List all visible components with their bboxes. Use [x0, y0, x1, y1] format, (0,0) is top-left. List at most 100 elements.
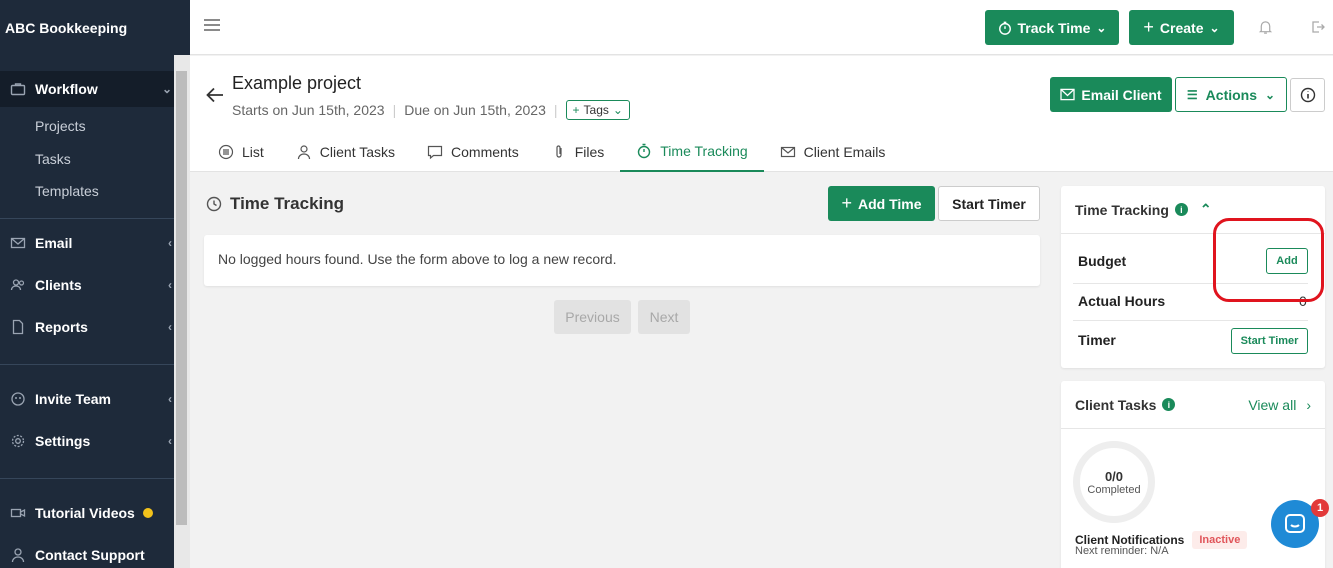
chevron-down-icon: ⌄: [1265, 87, 1276, 102]
info-icon[interactable]: i: [1162, 398, 1176, 411]
tab-time-tracking[interactable]: Time Tracking: [620, 132, 764, 172]
create-label: Create: [1159, 19, 1204, 36]
sidebar-item-clients[interactable]: Clients ‹: [0, 267, 174, 303]
sidebar-item-label: Contact Support: [35, 547, 145, 563]
sidebar-item-label: Workflow: [35, 81, 98, 97]
track-time-button[interactable]: Track Time ⌄: [985, 10, 1119, 45]
create-button[interactable]: + Create ⌄: [1129, 10, 1234, 45]
sidebar-item-invite-team[interactable]: Invite Team ‹: [0, 381, 174, 417]
chevron-down-icon: ⌄: [1096, 20, 1107, 35]
bell-icon[interactable]: [1256, 18, 1274, 36]
chevron-left-icon: ‹: [168, 278, 172, 292]
add-time-label: Add Time: [857, 195, 922, 212]
date-divider: |: [392, 102, 397, 118]
sidebar-item-contact-support[interactable]: Contact Support: [0, 537, 174, 568]
project-title: Example project: [232, 73, 362, 93]
comment-icon: [427, 145, 443, 160]
start-timer-button[interactable]: Start Timer: [938, 186, 1040, 221]
chevron-right-icon: ›: [1306, 396, 1311, 413]
empty-state-message: No logged hours found. Use the form abov…: [204, 235, 1040, 286]
info-icon[interactable]: i: [1174, 203, 1188, 216]
tab-client-tasks[interactable]: Client Tasks: [280, 132, 411, 172]
sidebar-item-label: Settings: [35, 433, 91, 449]
card-header: Client Tasks i View all ›: [1061, 381, 1325, 429]
notification-dot: [142, 508, 153, 518]
logout-icon[interactable]: [1309, 18, 1327, 36]
gear-icon: [0, 433, 35, 449]
sidebar-item-label: Reports: [35, 319, 88, 335]
sidebar-item-settings[interactable]: Settings ‹: [0, 423, 174, 459]
sidebar-item-label: Clients: [35, 277, 82, 293]
actions-button[interactable]: ☰ Actions ⌄: [1175, 77, 1287, 112]
info-icon: [1300, 87, 1315, 103]
video-icon: [0, 505, 35, 521]
file-icon: [0, 319, 35, 335]
briefcase-icon: [0, 81, 35, 97]
time-tracking-heading: Time Tracking: [206, 194, 344, 214]
sidebar-item-reports[interactable]: Reports ‹: [0, 309, 174, 345]
view-all-link[interactable]: View all ›: [1248, 397, 1311, 413]
project-dates: Starts on Jun 15th, 2023 | Due on Jun 15…: [232, 100, 630, 120]
chevron-down-icon: ⌄: [1209, 20, 1220, 35]
list-icon: ☰: [1186, 87, 1198, 102]
chat-unread-badge: 1: [1311, 499, 1329, 517]
tab-client-emails[interactable]: Client Emails: [764, 132, 902, 172]
scrollbar-thumb[interactable]: [176, 71, 187, 525]
sidebar-scrollbar[interactable]: [174, 55, 190, 568]
team-icon: [0, 391, 35, 407]
track-time-label: Track Time: [1017, 19, 1091, 36]
tags-button[interactable]: + Tags ⌄: [565, 100, 630, 120]
sidebar-item-workflow[interactable]: Workflow ⌄: [0, 71, 174, 107]
tab-comments[interactable]: Comments: [411, 132, 535, 172]
chevron-left-icon: ‹: [168, 434, 172, 448]
back-arrow-icon[interactable]: [206, 86, 224, 109]
chevron-left-icon: ‹: [168, 392, 172, 406]
tab-list[interactable]: List: [202, 132, 280, 172]
project-tabs: List Client Tasks Comments Files Time Tr…: [202, 132, 901, 172]
progress-value: 0/0: [1104, 468, 1124, 484]
next-reminder: Next reminder: N/A: [1075, 545, 1169, 557]
stopwatch-icon: [638, 143, 651, 159]
add-time-button[interactable]: + Add Time: [828, 186, 935, 221]
next-button[interactable]: Next: [638, 300, 690, 334]
sidebar-item-label: Tutorial Videos: [35, 505, 135, 521]
envelope-icon: [1060, 88, 1076, 101]
sidebar-sub-projects[interactable]: Projects: [35, 118, 86, 134]
card-title: Time Tracking: [1075, 201, 1169, 218]
clock-icon: [206, 196, 222, 212]
tab-label: Files: [574, 144, 605, 160]
tab-label: Client Tasks: [319, 144, 396, 160]
tab-label: Client Emails: [803, 144, 886, 160]
chevron-left-icon: ‹: [168, 236, 172, 250]
date-divider: |: [553, 102, 558, 118]
chevron-down-icon: ⌄: [612, 103, 623, 117]
sidebar: ABC Bookkeeping Workflow ⌄ Projects Task…: [0, 0, 190, 568]
users-icon: [0, 277, 35, 293]
sidebar-sub-tasks[interactable]: Tasks: [35, 151, 71, 167]
envelope-icon: [780, 146, 795, 158]
due-date: Due on Jun 15th, 2023: [404, 102, 546, 118]
email-client-label: Email Client: [1081, 86, 1162, 103]
actions-label: Actions: [1205, 86, 1258, 103]
paperclip-icon: [556, 145, 562, 158]
email-client-button[interactable]: Email Client: [1050, 77, 1172, 112]
menu-icon[interactable]: [204, 19, 220, 33]
plus-icon: +: [1143, 17, 1154, 37]
start-timer-label: Start Timer: [952, 195, 1026, 212]
card-title: Client Tasks: [1075, 396, 1157, 413]
sidebar-item-email[interactable]: Email ‹: [0, 225, 174, 261]
previous-button[interactable]: Previous: [554, 300, 631, 334]
info-button[interactable]: [1290, 78, 1325, 112]
tab-files[interactable]: Files: [535, 132, 621, 172]
view-all-label: View all: [1248, 396, 1297, 413]
tasks-progress-ring: 0/0 Completed: [1073, 441, 1155, 523]
sidebar-sub-templates[interactable]: Templates: [35, 183, 99, 199]
brand-name[interactable]: ABC Bookkeeping: [0, 0, 190, 55]
stopwatch-icon: [998, 21, 1011, 35]
chevron-up-icon[interactable]: ⌃: [1200, 201, 1212, 218]
card-start-timer-button[interactable]: Start Timer: [1231, 328, 1308, 354]
section-title: Time Tracking: [230, 194, 345, 213]
row-divider: [1073, 320, 1308, 321]
sidebar-item-tutorial-videos[interactable]: Tutorial Videos: [0, 495, 174, 531]
tab-label: List: [242, 144, 264, 160]
